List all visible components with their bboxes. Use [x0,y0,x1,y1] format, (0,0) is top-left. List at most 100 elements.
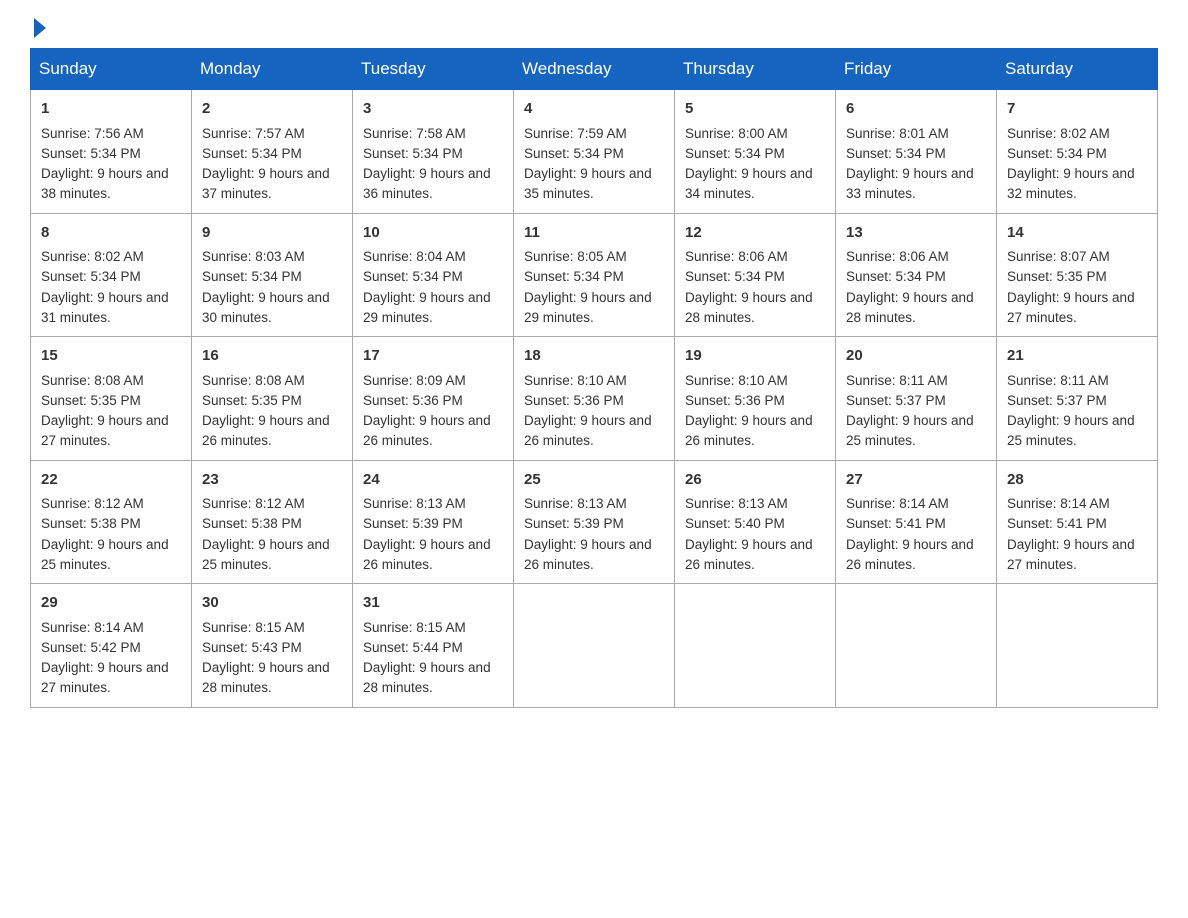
calendar-day-header: Thursday [675,49,836,90]
sunset-text: Sunset: 5:34 PM [846,146,946,161]
calendar-header-row: SundayMondayTuesdayWednesdayThursdayFrid… [31,49,1158,90]
sunrise-text: Sunrise: 7:58 AM [363,126,466,141]
calendar-week-row: 29Sunrise: 8:14 AMSunset: 5:42 PMDayligh… [31,584,1158,708]
calendar-cell [997,584,1158,708]
calendar-cell: 30 Sunrise: 8:15 AM Sunset: 5:43 PM Dayligh… [192,584,353,708]
sunrise-text: Sunrise: 8:15 AM [363,620,466,635]
daylight-text: Daylight: 9 hours and 31 minutes. [41,290,169,325]
calendar-cell [675,584,836,708]
daylight-text: Daylight: 9 hours and 26 minutes. [685,537,813,572]
daylight-text: Daylight: 9 hours and 25 minutes. [1007,413,1135,448]
sunrise-text: Sunrise: 8:08 AM [202,373,305,388]
calendar-cell: 3Sunrise: 7:58 AMSunset: 5:34 PMDaylight… [353,90,514,214]
day-number: 18 [524,345,664,368]
sunrise-text: Sunrise: 8:13 AM [363,496,466,511]
day-number: 25 [524,469,664,492]
daylight-text: Daylight: 9 hours and 32 minutes. [1007,166,1135,201]
calendar-day-header: Friday [836,49,997,90]
sunrise-text: Sunrise: 8:15 AM [202,620,305,635]
daylight-text: Daylight: 9 hours and 34 minutes. [685,166,813,201]
calendar-cell: 20Sunrise: 8:11 AMSunset: 5:37 PMDayligh… [836,337,997,461]
calendar-day-header: Saturday [997,49,1158,90]
daylight-text: Daylight: 9 hours and 28 minutes. [685,290,813,325]
sunset-text: Sunset: 5:34 PM [524,146,624,161]
sunset-text: Sunset: 5:38 PM [41,516,141,531]
sunset-text: Sunset: 5:34 PM [363,146,463,161]
daylight-text: Daylight: 9 hours and 25 minutes. [846,413,974,448]
sunset-text: Sunset: 5:34 PM [846,269,946,284]
calendar-cell: 9 Sunrise: 8:03 AM Sunset: 5:34 PM Daylight… [192,213,353,337]
calendar-cell: 18Sunrise: 8:10 AMSunset: 5:36 PMDayligh… [514,337,675,461]
day-number: 17 [363,345,503,368]
calendar-cell: 2Sunrise: 7:57 AMSunset: 5:34 PMDaylight… [192,90,353,214]
day-number: 12 [685,222,825,245]
sunset-text: Sunset: 5:42 PM [41,640,141,655]
daylight-text: Daylight: 9 hours and 28 minutes. [363,660,491,695]
day-number: 30 [202,592,342,615]
sunset-text: Sunset: 5:34 PM [202,269,302,284]
sunset-text: Sunset: 5:34 PM [41,146,141,161]
daylight-text: Daylight: 9 hours and 26 minutes. [363,537,491,572]
daylight-text: Daylight: 9 hours and 26 minutes. [363,413,491,448]
day-number: 26 [685,469,825,492]
sunrise-text: Sunrise: 8:01 AM [846,126,949,141]
day-number: 3 [363,98,503,121]
calendar-cell: 8Sunrise: 8:02 AMSunset: 5:34 PMDaylight… [31,213,192,337]
calendar-cell: 13Sunrise: 8:06 AMSunset: 5:34 PMDayligh… [836,213,997,337]
daylight-text: Daylight: 9 hours and 25 minutes. [41,537,169,572]
sunset-text: Sunset: 5:44 PM [363,640,463,655]
daylight-text: Daylight: 9 hours and 28 minutes. [202,660,330,695]
calendar-table: SundayMondayTuesdayWednesdayThursdayFrid… [30,48,1158,708]
page-header [30,20,1158,38]
day-number: 28 [1007,469,1147,492]
sunset-text: Sunset: 5:35 PM [41,393,141,408]
sunrise-text: Sunrise: 7:57 AM [202,126,305,141]
sunset-text: Sunset: 5:34 PM [1007,146,1107,161]
sunrise-text: Sunrise: 8:12 AM [202,496,305,511]
sunrise-text: Sunrise: 8:13 AM [524,496,627,511]
daylight-text: Daylight: 9 hours and 26 minutes. [524,537,652,572]
daylight-text: Daylight: 9 hours and 26 minutes. [846,537,974,572]
calendar-cell: 21Sunrise: 8:11 AMSunset: 5:37 PMDayligh… [997,337,1158,461]
sunset-text: Sunset: 5:34 PM [41,269,141,284]
sunrise-text: Sunrise: 7:59 AM [524,126,627,141]
daylight-text: Daylight: 9 hours and 26 minutes. [202,413,330,448]
daylight-text: Daylight: 9 hours and 27 minutes. [1007,290,1135,325]
sunrise-text: Sunrise: 8:14 AM [1007,496,1110,511]
calendar-cell: 6Sunrise: 8:01 AMSunset: 5:34 PMDaylight… [836,90,997,214]
day-number: 7 [1007,98,1147,121]
daylight-text: Daylight: 9 hours and 29 minutes. [524,290,652,325]
daylight-text: Daylight: 9 hours and 30 minutes. [202,290,330,325]
daylight-text: Daylight: 9 hours and 26 minutes. [685,413,813,448]
sunrise-text: Sunrise: 8:08 AM [41,373,144,388]
calendar-cell: 10Sunrise: 8:04 AMSunset: 5:34 PMDayligh… [353,213,514,337]
calendar-cell [514,584,675,708]
day-number: 5 [685,98,825,121]
calendar-cell: 15Sunrise: 8:08 AMSunset: 5:35 PMDayligh… [31,337,192,461]
sunset-text: Sunset: 5:38 PM [202,516,302,531]
calendar-week-row: 15Sunrise: 8:08 AMSunset: 5:35 PMDayligh… [31,337,1158,461]
sunrise-text: Sunrise: 8:10 AM [524,373,627,388]
calendar-day-header: Tuesday [353,49,514,90]
sunrise-text: Sunrise: 8:14 AM [846,496,949,511]
daylight-text: Daylight: 9 hours and 33 minutes. [846,166,974,201]
day-number: 1 [41,98,181,121]
day-number: 16 [202,345,342,368]
sunset-text: Sunset: 5:37 PM [1007,393,1107,408]
calendar-cell: 7 Sunrise: 8:02 AM Sunset: 5:34 PM Daylight… [997,90,1158,214]
sunset-text: Sunset: 5:43 PM [202,640,302,655]
day-number: 8 [41,222,181,245]
day-number: 27 [846,469,986,492]
sunrise-text: Sunrise: 8:02 AM [1007,126,1110,141]
sunset-text: Sunset: 5:37 PM [846,393,946,408]
calendar-day-header: Monday [192,49,353,90]
daylight-text: Daylight: 9 hours and 28 minutes. [846,290,974,325]
calendar-cell: 23Sunrise: 8:12 AMSunset: 5:38 PMDayligh… [192,460,353,584]
day-number: 2 [202,98,342,121]
calendar-cell: 1Sunrise: 7:56 AMSunset: 5:34 PMDaylight… [31,90,192,214]
calendar-cell: 25Sunrise: 8:13 AMSunset: 5:39 PMDayligh… [514,460,675,584]
sunrise-text: Sunrise: 8:03 AM [202,249,305,264]
day-number: 9 [202,222,342,245]
calendar-cell: 14Sunrise: 8:07 AMSunset: 5:35 PMDayligh… [997,213,1158,337]
day-number: 23 [202,469,342,492]
